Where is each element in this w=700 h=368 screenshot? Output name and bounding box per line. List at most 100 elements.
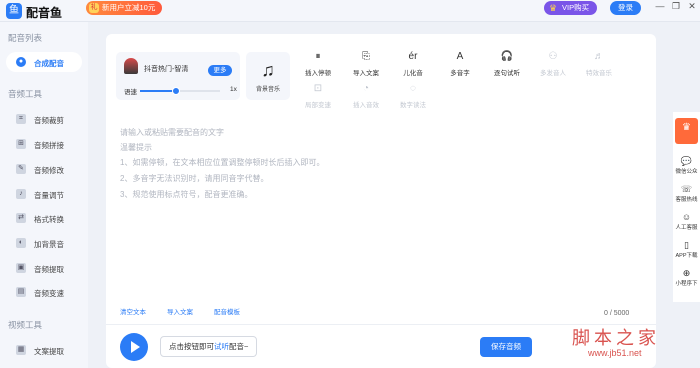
sidebar-item-add-bg-sound[interactable]: ◐ 加背景音	[6, 233, 82, 253]
sidebar-item-volume[interactable]: ♪ 音量调节	[6, 184, 82, 204]
close-icon[interactable]: ✕	[686, 1, 698, 12]
service-icon: ☺	[681, 212, 692, 222]
tool-sound-effect[interactable]: ◔ 插入音效	[346, 82, 386, 109]
voice-card: 抖音热门-智清 更多 语速 1x	[116, 52, 240, 100]
sidebar-item-audio-crop[interactable]: ⌗ 音频裁剪	[6, 109, 82, 129]
play-button[interactable]	[120, 333, 148, 361]
tool-local-speed[interactable]: ⊡ 局部变速	[298, 82, 338, 109]
char-counter: 0 / 5000	[604, 310, 630, 317]
tool-sentence-preview[interactable]: 🎧 逐句试听	[487, 50, 527, 77]
sidebar-item-audio-speed[interactable]: ▤ 音频变速	[6, 282, 82, 302]
sidebar-item-label: 文案提取	[34, 347, 64, 356]
extract-icon: ▣	[16, 263, 26, 273]
app-name: 配音鱼	[26, 6, 63, 20]
sidebar-item-label: 音频拼接	[34, 141, 64, 150]
import-text-button[interactable]: 导入文案	[167, 306, 193, 316]
sidebar-section-title: 配音列表	[8, 33, 43, 43]
clear-text-button[interactable]: 清空文本	[120, 306, 146, 316]
speed-slider[interactable]	[140, 87, 220, 95]
promo-text: 新用户立减10元	[102, 3, 156, 12]
merge-icon: ⊞	[16, 139, 26, 149]
music-note-icon: ♫	[261, 60, 275, 80]
voice-name: 抖音热门-智清	[144, 66, 189, 73]
tip-title: 温馨提示	[120, 143, 152, 152]
edit-icon: ✎	[16, 164, 26, 174]
sidebar-item-synthesize[interactable]: ● 合成配音	[6, 52, 82, 72]
tool-insert-pause[interactable]: ⏸ 插入停顿	[298, 50, 338, 77]
tip-line: 3、规范使用标点符号，配音更准确。	[120, 190, 253, 199]
sidebar-item-label: 合成配音	[34, 59, 64, 68]
sidebar-section-title: 音频工具	[8, 89, 43, 99]
more-voices-button[interactable]: 更多	[208, 65, 232, 76]
sidebar-item-format-convert[interactable]: ⇄ 格式转换	[6, 208, 82, 228]
right-panel: ♛ 💬 微信公众 ☏ 客服热线 ☺ 人工客服 ▯ APP下载 ⊕ 小程序下	[673, 112, 700, 302]
promo-banner[interactable]: 礼 新用户立减10元	[86, 1, 163, 15]
avatar	[124, 58, 138, 74]
mini-program-button[interactable]: ⊕ 小程序下	[673, 268, 700, 287]
pause-icon: ⏸	[315, 51, 321, 62]
save-audio-button[interactable]: 保存音频	[480, 337, 532, 357]
speed-slider-handle[interactable]	[172, 87, 180, 95]
tool-effect-music[interactable]: ♬ 特效音乐	[579, 50, 619, 77]
preview-hint: 点击按钮即可试听配音~	[160, 336, 258, 357]
dub-template-button[interactable]: 配音模板	[214, 306, 240, 316]
sidebar-item-label: 音频提取	[34, 265, 64, 274]
sound-effect-icon: ◔	[362, 83, 370, 94]
sidebar-item-label: 加背景音	[34, 240, 64, 249]
preview-link[interactable]: 试听	[214, 342, 229, 351]
tool-import-text[interactable]: ⎘ 导入文案	[346, 50, 386, 77]
phone-device-icon: ▯	[684, 240, 689, 250]
hotline-button[interactable]: ☏ 客服热线	[673, 184, 700, 203]
speed-label: 语速	[124, 89, 137, 96]
background-music-label: 背景音乐	[255, 87, 280, 93]
mic-icon: ●	[16, 57, 26, 67]
tool-polyphone[interactable]: A 多音字	[440, 50, 480, 77]
title-bar: 鱼 配音鱼 礼 新用户立减10元 ♛ VIP购买 登录 — ❐ ✕	[0, 0, 700, 22]
speed-icon: ▤	[16, 287, 26, 297]
vip-label: VIP购买	[562, 3, 590, 12]
mini-program-icon: ⊕	[682, 268, 691, 278]
chat-icon: 💬	[680, 156, 693, 166]
background-music-button[interactable]: ♫ 背景音乐	[246, 52, 290, 100]
speed-value: 1x	[230, 86, 237, 93]
text-extract-icon: ▦	[16, 345, 26, 355]
tool-number-read[interactable]: ◌ 数字读法	[393, 82, 433, 109]
sidebar-item-label: 音频修改	[34, 166, 64, 175]
vip-purchase-button[interactable]: ♛ VIP购买	[544, 1, 598, 15]
watermark-title: 脚本之家	[572, 328, 660, 349]
tip-line: 1、如需停顿，在文本相应位置调整停顿时长后插入即可。	[120, 158, 325, 167]
import-text-icon: ⎘	[362, 51, 370, 62]
local-speed-icon: ⊡	[313, 83, 323, 94]
polyphone-icon: A	[456, 51, 464, 62]
add-bg-icon: ◐	[16, 238, 26, 248]
sidebar-item-text-extract[interactable]: ▦ 文案提取	[6, 340, 82, 360]
sidebar-item-audio-extract[interactable]: ▣ 音频提取	[6, 258, 82, 278]
sidebar-item-label: 音量调节	[34, 191, 64, 200]
editor-placeholder[interactable]: 请输入或粘贴需要配音的文字	[120, 127, 224, 138]
erhua-icon: ér	[408, 51, 418, 62]
app-download-button[interactable]: ▯ APP下载	[673, 240, 700, 259]
sidebar-section-title: 视频工具	[8, 320, 43, 330]
multi-speaker-icon: ⚇	[548, 51, 558, 62]
vip-badge-icon[interactable]: ♛	[675, 118, 698, 144]
volume-icon: ♪	[16, 189, 26, 199]
effect-music-icon: ♬	[594, 51, 604, 62]
tool-multi-speaker[interactable]: ⚇ 多发音人	[533, 50, 573, 77]
minimize-icon[interactable]: —	[654, 1, 666, 11]
tool-erhua[interactable]: ér 儿化音	[393, 50, 433, 77]
sidebar-item-audio-merge[interactable]: ⊞ 音频拼接	[6, 134, 82, 154]
wechat-official-button[interactable]: 💬 微信公众	[673, 156, 700, 175]
tip-line: 2、多音字无法识别时，请用同音字代替。	[120, 174, 269, 183]
crown-icon: ♛	[549, 3, 558, 13]
app-logo: 鱼	[6, 3, 22, 19]
headphone-icon: 🎧	[500, 51, 514, 62]
convert-icon: ⇄	[16, 213, 26, 223]
sidebar-item-audio-edit[interactable]: ✎ 音频修改	[6, 159, 82, 179]
login-button[interactable]: 登录	[610, 1, 641, 15]
speed-slider-fill	[140, 90, 176, 92]
maximize-icon[interactable]: ❐	[670, 1, 682, 12]
manual-service-button[interactable]: ☺ 人工客服	[673, 212, 700, 231]
watermark: 脚本之家 www.jb51.net	[560, 324, 700, 368]
crop-icon: ⌗	[16, 114, 26, 124]
sidebar-item-label: 音频裁剪	[34, 116, 64, 125]
